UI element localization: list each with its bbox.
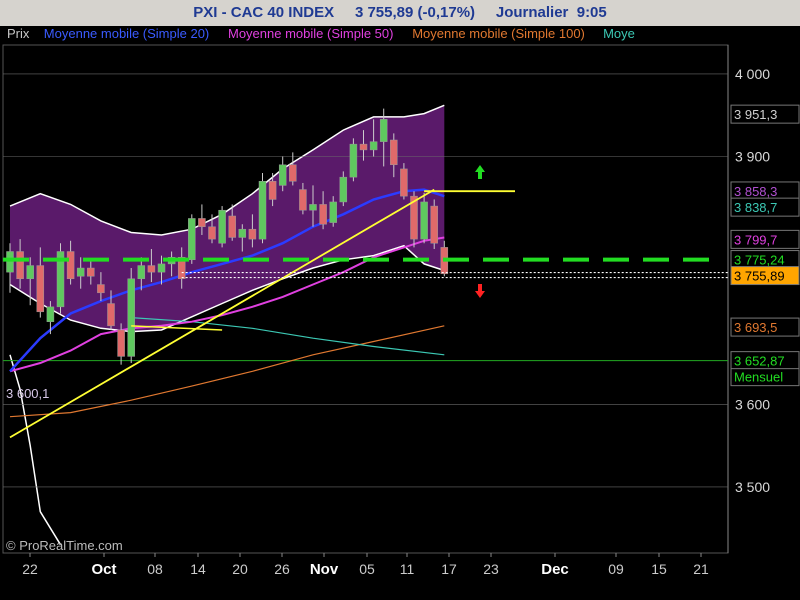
price-tag-label-4: 3 775,24 bbox=[734, 253, 785, 268]
legend-item-1: Moyenne mobile (Simple 20) bbox=[44, 26, 209, 41]
x-tick-label-2: 08 bbox=[147, 561, 163, 577]
bollinger-lower-tail bbox=[9, 354, 62, 546]
candle-body-26[interactable] bbox=[268, 181, 277, 200]
y-tick-label-3: 3 500 bbox=[735, 479, 770, 495]
legend-item-0: Prix bbox=[7, 26, 30, 41]
price-tag-label-1: 3 858,3 bbox=[734, 184, 777, 199]
x-tick-label-13: 15 bbox=[651, 561, 667, 577]
x-tick-label-14: 21 bbox=[693, 561, 709, 577]
candle-body-42[interactable] bbox=[430, 205, 438, 244]
candle-body-9[interactable] bbox=[97, 284, 105, 294]
legend-item-3: Moyenne mobile (Simple 100) bbox=[412, 26, 585, 41]
y-tick-label-1: 3 900 bbox=[735, 149, 770, 165]
candle-body-12[interactable] bbox=[127, 278, 135, 357]
candle-body-0[interactable] bbox=[6, 251, 14, 273]
candle-body-37[interactable] bbox=[379, 119, 388, 142]
candle-body-25[interactable] bbox=[258, 181, 267, 240]
candle-body-28[interactable] bbox=[289, 164, 297, 182]
candle-body-1[interactable] bbox=[16, 251, 24, 280]
low-value-label: 3 600,1 bbox=[6, 386, 49, 401]
price-tag-label-0: 3 951,3 bbox=[734, 107, 777, 122]
candle-body-24[interactable] bbox=[248, 228, 257, 240]
candle-body-2[interactable] bbox=[26, 265, 34, 280]
candle-body-29[interactable] bbox=[299, 189, 307, 211]
candle-body-3[interactable] bbox=[36, 265, 45, 313]
bollinger-band-fill bbox=[10, 105, 445, 332]
x-tick-label-3: 14 bbox=[190, 561, 206, 577]
candle-body-7[interactable] bbox=[76, 267, 85, 277]
candle-body-15[interactable] bbox=[157, 263, 166, 273]
candle-body-6[interactable] bbox=[66, 251, 75, 280]
candle-body-34[interactable] bbox=[349, 143, 358, 178]
candle-body-21[interactable] bbox=[218, 209, 226, 244]
price-tag-label-6: 3 693,5 bbox=[734, 320, 777, 335]
legend-item-4: Moye bbox=[603, 26, 635, 41]
candle-body-10[interactable] bbox=[107, 303, 115, 327]
candle-body-22[interactable] bbox=[228, 215, 236, 238]
candle-body-32[interactable] bbox=[329, 201, 337, 223]
candle-body-13[interactable] bbox=[137, 265, 146, 280]
mensuel-label: Mensuel bbox=[734, 370, 783, 385]
y-tick-label-0: 4 000 bbox=[735, 66, 770, 82]
candle-body-14[interactable] bbox=[147, 265, 156, 273]
y-tick-label-2: 3 600 bbox=[735, 396, 770, 412]
candle-body-4[interactable] bbox=[46, 306, 55, 322]
x-tick-label-0: 22 bbox=[22, 561, 38, 577]
candle-body-23[interactable] bbox=[238, 228, 247, 238]
candle-body-33[interactable] bbox=[339, 176, 348, 203]
x-tick-label-5: 26 bbox=[274, 561, 290, 577]
x-tick-label-10: 23 bbox=[483, 561, 499, 577]
x-tick-label-7: 05 bbox=[359, 561, 375, 577]
down-arrow-icon bbox=[475, 284, 485, 298]
price-tag-label-3: 3 799,7 bbox=[734, 232, 777, 247]
x-tick-label-12: 09 bbox=[608, 561, 624, 577]
candle-body-35[interactable] bbox=[359, 143, 368, 151]
candle-body-19[interactable] bbox=[198, 218, 206, 227]
watermark-text: © ProRealTime.com bbox=[6, 538, 123, 553]
candle-body-30[interactable] bbox=[309, 204, 317, 211]
candle-body-38[interactable] bbox=[390, 139, 398, 166]
candle-body-8[interactable] bbox=[87, 267, 95, 277]
ma100-line bbox=[9, 325, 445, 418]
chart-stage: PXI - CAC 40 INDEX 3 755,89 (-0,17%) Jou… bbox=[0, 0, 800, 600]
candle-body-20[interactable] bbox=[208, 226, 216, 240]
candle-body-41[interactable] bbox=[420, 201, 428, 240]
price-tag-label-2: 3 838,7 bbox=[734, 200, 777, 215]
price-tag-label-7: 3 652,87 bbox=[734, 354, 785, 369]
x-tick-label-6: Nov bbox=[310, 561, 339, 578]
x-tick-label-1: Oct bbox=[91, 561, 116, 578]
x-tick-label-8: 11 bbox=[400, 561, 415, 577]
price-chart[interactable]: Prix Moyenne mobile (Simple 20) Moyenne mo… bbox=[0, 0, 800, 600]
legend-item-2: Moyenne mobile (Simple 50) bbox=[228, 26, 393, 41]
price-tag-label-5: 3 755,89 bbox=[734, 269, 785, 284]
candle-body-27[interactable] bbox=[278, 164, 287, 186]
candle-body-31[interactable] bbox=[319, 204, 327, 225]
x-tick-label-11: Dec bbox=[541, 561, 569, 578]
candle-body-36[interactable] bbox=[369, 141, 378, 151]
up-arrow-icon bbox=[475, 165, 485, 179]
candle-body-18[interactable] bbox=[188, 218, 196, 261]
candle-body-39[interactable] bbox=[400, 168, 408, 197]
candle-body-11[interactable] bbox=[117, 329, 125, 357]
x-tick-label-4: 20 bbox=[232, 561, 248, 577]
x-tick-label-9: 17 bbox=[441, 561, 457, 577]
